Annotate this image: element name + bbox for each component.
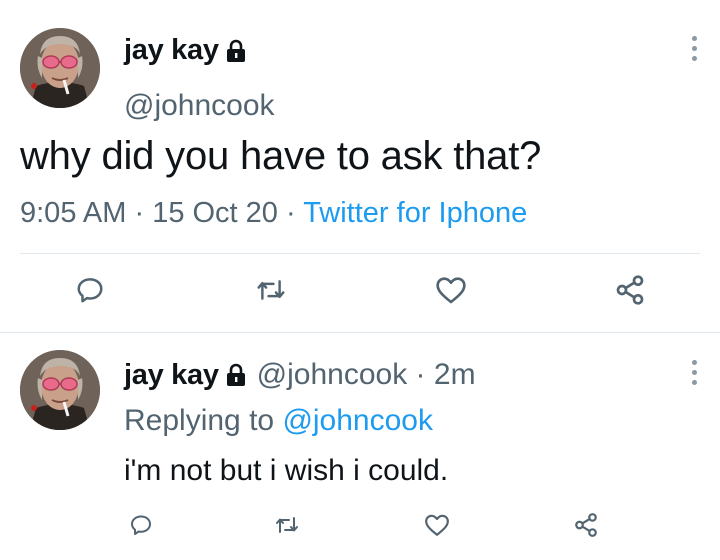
- tweet-time: 9:05 AM: [20, 197, 127, 229]
- tweet-action-bar: [0, 272, 720, 312]
- handle-text[interactable]: @johncook: [257, 358, 408, 391]
- share-icon: [613, 274, 647, 311]
- share-button[interactable]: [570, 510, 602, 544]
- lock-icon: [225, 39, 247, 63]
- retweet-button[interactable]: [272, 510, 302, 544]
- heart-icon: [435, 275, 467, 310]
- heart-icon: [424, 513, 450, 542]
- lock-icon: [225, 363, 247, 387]
- like-button[interactable]: [422, 510, 452, 544]
- retweet-button[interactable]: [254, 272, 288, 312]
- meta-separator: ·: [407, 358, 434, 391]
- retweet-icon: [255, 275, 287, 310]
- like-button[interactable]: [434, 272, 468, 312]
- author-name-row: jay kay: [124, 34, 247, 67]
- reply-icon: [75, 275, 105, 310]
- reply-tweet[interactable]: jay kay @johncook · 2m Replying to @john…: [0, 332, 720, 560]
- tweet-date: 15 Oct 20: [152, 197, 278, 229]
- main-tweet: jay kay @johncook why did you have to as…: [0, 0, 720, 333]
- tweet-age: 2m: [433, 358, 476, 391]
- author-handle[interactable]: @johncook: [124, 89, 275, 123]
- tweet-source-link[interactable]: Twitter for Iphone: [303, 197, 527, 229]
- divider: [20, 253, 700, 254]
- share-icon: [572, 512, 600, 543]
- reply-header: jay kay @johncook · 2m: [124, 358, 476, 392]
- reply-icon: [129, 513, 153, 542]
- reply-button[interactable]: [74, 272, 106, 312]
- tweet-action-bar: [0, 510, 720, 544]
- mention-link[interactable]: @johncook: [282, 404, 433, 437]
- tweet-text: i'm not but i wish i could.: [124, 454, 449, 487]
- avatar[interactable]: [20, 28, 100, 108]
- author-handle: @johncook · 2m: [257, 358, 476, 392]
- tweet-text: why did you have to ask that?: [20, 134, 542, 178]
- more-options-icon[interactable]: [689, 36, 699, 61]
- tweet-meta: 9:05 AM · 15 Oct 20 · Twitter for Iphone: [20, 197, 527, 230]
- replying-to: Replying to @johncook: [124, 404, 433, 438]
- meta-separator: ·: [126, 197, 153, 229]
- display-name[interactable]: jay kay: [124, 359, 219, 392]
- meta-separator: ·: [277, 197, 304, 229]
- replying-prefix: Replying to: [124, 404, 283, 437]
- share-button[interactable]: [612, 272, 648, 312]
- display-name[interactable]: jay kay: [124, 34, 219, 67]
- reply-button[interactable]: [126, 510, 156, 544]
- avatar[interactable]: [20, 350, 100, 430]
- retweet-icon: [274, 513, 300, 542]
- more-options-icon[interactable]: [689, 360, 699, 385]
